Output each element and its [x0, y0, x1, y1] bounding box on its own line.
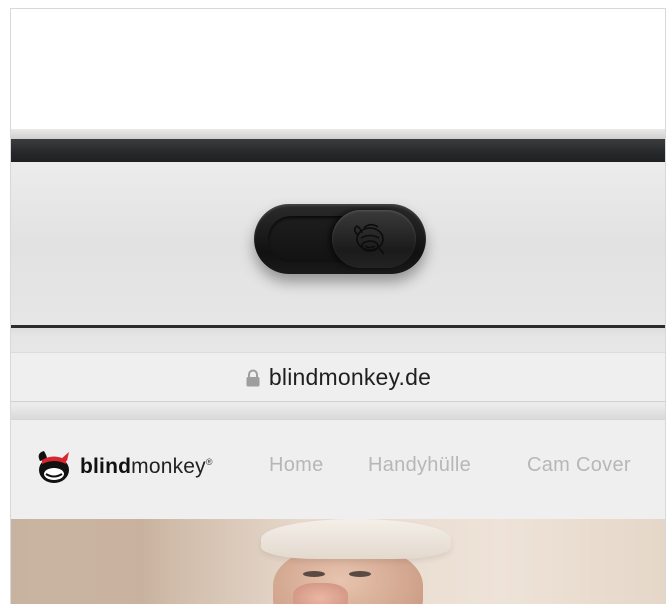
hero-towel — [261, 519, 451, 559]
monkey-logo-icon — [38, 451, 69, 483]
address-bar-content: blindmonkey.de — [11, 353, 665, 401]
logo-wordmark-bold: blind — [80, 455, 132, 478]
hero-eye-right — [349, 571, 371, 577]
logo-wordmark-light: monkey — [131, 455, 206, 478]
address-bar[interactable]: blindmonkey.de — [11, 352, 665, 402]
laptop-bezel-top — [11, 139, 665, 162]
hero-hand — [293, 583, 348, 604]
hero-image — [11, 519, 665, 604]
site-logo[interactable]: blindmonkey® — [34, 447, 213, 487]
url-text: blindmonkey.de — [268, 363, 432, 390]
screenshot-frame: blindmonkey.de blindmonkey® Home Handyhü… — [10, 8, 666, 604]
logo-wordmark: blindmonkey® — [80, 455, 213, 479]
hero-shadow — [11, 519, 171, 604]
hero-eye-left — [303, 571, 325, 577]
laptop-bezel-edge — [11, 129, 665, 139]
screen-area — [11, 9, 665, 129]
webcam-cover-slider[interactable] — [332, 210, 416, 268]
lock-icon — [246, 369, 260, 387]
monkey-logo-icon — [353, 223, 385, 255]
nav-handyhuelle[interactable]: Handyhülle — [368, 454, 471, 477]
nav-cam-cover[interactable]: Cam Cover — [527, 454, 631, 477]
nav-home[interactable]: Home — [269, 454, 324, 477]
webcam-cover[interactable] — [254, 204, 426, 274]
registered-mark: ® — [205, 457, 213, 467]
